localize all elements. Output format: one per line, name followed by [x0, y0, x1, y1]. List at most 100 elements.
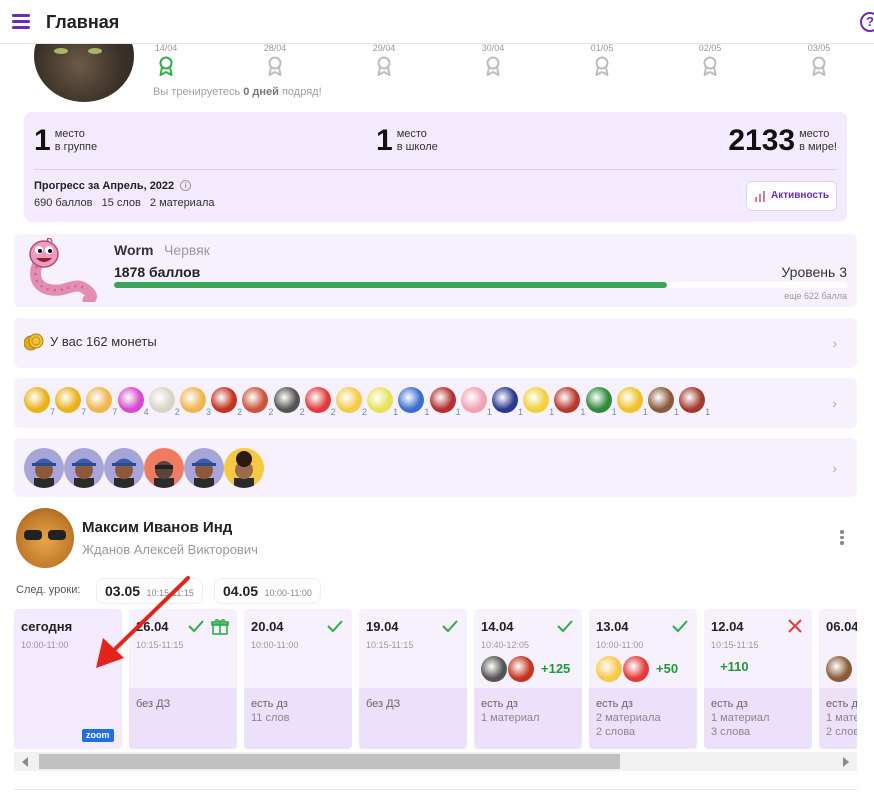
bike-sticker-image [242, 387, 269, 413]
totem-sticker-image [554, 387, 581, 413]
totem-sticker[interactable]: 1 [554, 387, 585, 417]
scrollbar-thumb[interactable] [39, 754, 620, 769]
next-lesson-pill[interactable]: 04.05 10:00-11:00 [214, 578, 321, 604]
check-icon [326, 617, 344, 635]
lesson-time: 10:15-11:15 [136, 640, 184, 650]
smile-sticker[interactable]: 2 [336, 387, 367, 417]
smile-sticker-image [336, 387, 362, 413]
streak-day: 14/04 [146, 43, 186, 83]
lesson-card[interactable]: 26.04 10:15-11:15 без ДЗ [129, 609, 237, 749]
teacher-avatar[interactable] [16, 508, 74, 568]
page-title: Главная [46, 12, 120, 32]
lesson-points: +50 [656, 661, 679, 676]
streak-date: 14/04 [154, 43, 178, 53]
info-icon[interactable]: i [180, 180, 192, 191]
bird-sticker[interactable]: 2 [211, 387, 242, 417]
medal-icon [473, 56, 513, 83]
sponge-sticker[interactable]: 1 [523, 387, 554, 417]
lesson-card[interactable]: 12.04 10:15-11:15 +110 есть дз 1 материал 3 с… [704, 609, 812, 749]
streak-date: 30/04 [481, 43, 505, 53]
school-sticker-image [492, 387, 518, 413]
characters-card[interactable]: › [14, 438, 857, 497]
homework-info: есть дз 11 слов [244, 688, 352, 749]
hero-sticker[interactable]: 1 [398, 387, 429, 417]
robot-sticker-image [273, 387, 300, 413]
red-badge-sticker[interactable]: 2 [304, 387, 336, 417]
bike-sticker[interactable]: 2 [242, 387, 273, 417]
girl-sticker[interactable]: 1 [679, 387, 710, 417]
lesson-time: 10:40-12:05 [481, 640, 530, 650]
burger-sticker-image [86, 387, 113, 413]
scroll-right-arrow[interactable] [843, 757, 849, 767]
lesson-card[interactable]: 19.04 10:15-11:15 без ДЗ [359, 609, 467, 749]
earned-sticker [481, 656, 507, 682]
pig-sticker[interactable]: 1 [460, 387, 492, 417]
cap-boy-avatar[interactable] [184, 448, 224, 488]
bird-sticker-image [211, 387, 238, 413]
streak-day: 01/05 [582, 43, 622, 83]
medal-icon [255, 56, 295, 83]
streak-date: 03/05 [807, 43, 831, 53]
horizontal-scrollbar[interactable] [14, 752, 857, 771]
coins-card[interactable]: У вас 162 монеты › [14, 318, 857, 368]
lesson-card[interactable]: 13.04 10:00-11:00 +50 есть дз 2 материала 2 с… [589, 609, 697, 749]
check-icon [556, 617, 574, 635]
hamburger-icon[interactable] [12, 14, 30, 29]
streak-date: 01/05 [590, 43, 614, 53]
homework-line: есть дз [251, 698, 288, 710]
homework-line: 1 материал [481, 712, 540, 724]
burger-sticker[interactable]: 3 [180, 387, 211, 417]
activity-button[interactable]: Активность [746, 181, 837, 211]
witch-sticker[interactable]: 1 [648, 387, 679, 417]
cap-boy-avatar[interactable] [24, 448, 64, 488]
lesson-date: 06.04 [826, 619, 857, 634]
level-card[interactable]: Worm Червяк 1878 баллов Уровень 3 еще 62… [14, 234, 857, 307]
ranking-card: 1 место в группе 1 место в школе 2133 мест… [24, 112, 847, 222]
lesson-card[interactable]: 06.04 есть дз 1 материал 2 слова [819, 609, 857, 749]
lesson-time: 10:00-11:00 [251, 640, 299, 650]
next-lesson-pill[interactable]: 03.05 10:15-11:15 [96, 578, 203, 604]
sketch-sticker[interactable]: 2 [148, 387, 180, 417]
stickers-card[interactable]: 7774232222211111111111 › [14, 378, 857, 428]
medal-achieved-icon [146, 56, 186, 83]
cap-boy-avatar[interactable] [64, 448, 104, 488]
graffiti-sticker-image [117, 387, 144, 413]
gold-coin-sticker[interactable]: 7 [24, 387, 55, 417]
homework-info: без ДЗ [359, 688, 467, 749]
gift-icon[interactable] [211, 617, 229, 635]
cap-boy-avatar[interactable] [104, 448, 144, 488]
simpson-sticker[interactable]: 1 [616, 387, 648, 417]
more-options-icon[interactable] [838, 530, 846, 548]
lesson-date: 14.04 [481, 619, 514, 634]
zoom-badge[interactable]: zoom [82, 729, 114, 742]
level-progress-fill [114, 282, 667, 288]
robot-sticker[interactable]: 2 [273, 387, 305, 417]
lemon-face-sticker-image [367, 387, 394, 413]
question-icon[interactable]: ? [860, 12, 874, 32]
lesson-time: 10:00-11:00 [21, 640, 69, 650]
homework-line: есть дз [596, 698, 633, 710]
chest-sticker[interactable]: 1 [429, 387, 461, 417]
girl-avatar[interactable] [224, 448, 264, 488]
simpson-sticker-image [616, 387, 643, 413]
medal-icon [690, 56, 730, 83]
burger-sticker[interactable]: 7 [86, 387, 117, 417]
graffiti-sticker[interactable]: 4 [117, 387, 149, 417]
lesson-card[interactable]: 20.04 10:00-11:00 есть дз 11 слов [244, 609, 352, 749]
lesson-card[interactable]: 14.04 10:40-12:05 +125 есть дз 1 материал [474, 609, 582, 749]
scroll-left-arrow[interactable] [22, 757, 28, 767]
app-root: Главная ? 14/04 28/04 29/04 30/04 01/05 02/05… [0, 0, 874, 795]
dino-sticker[interactable]: 1 [585, 387, 617, 417]
school-sticker[interactable]: 1 [492, 387, 523, 417]
lesson-date: 20.04 [251, 619, 284, 634]
homework-info: есть дз 2 материала 2 слова [589, 688, 697, 749]
pig-sticker-image [460, 387, 487, 413]
gold-coin-sticker[interactable]: 7 [55, 387, 86, 417]
earned-sticker [596, 656, 622, 682]
masked-man-avatar[interactable] [144, 448, 184, 488]
streak-day: 30/04 [473, 43, 513, 83]
lemon-face-sticker[interactable]: 1 [367, 387, 398, 417]
lesson-card-today[interactable]: сегодня 10:00-11:00 zoom [14, 609, 122, 749]
homework-info: есть дз 1 материал 2 слова [819, 688, 857, 749]
progress-points: 690 баллов [34, 197, 93, 209]
